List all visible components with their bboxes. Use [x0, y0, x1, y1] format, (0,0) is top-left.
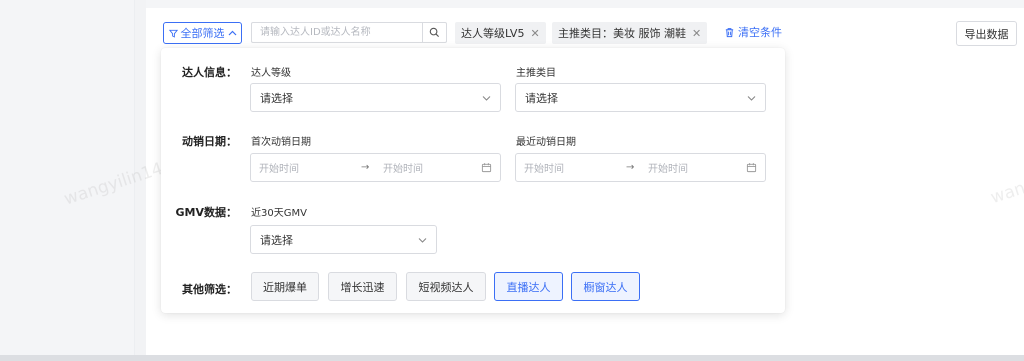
gmv-30d-select-value: 请选择	[260, 233, 293, 247]
calendar-icon	[481, 163, 492, 173]
arrow-right-icon: →	[361, 162, 370, 173]
chevron-up-icon	[228, 30, 236, 36]
row-label-sales-date: 动销日期：	[182, 135, 237, 148]
close-icon[interactable]: ✕	[530, 27, 539, 40]
top-band	[146, 0, 1024, 8]
first-sales-date-range[interactable]: 开始时间 → 开始时间	[250, 153, 501, 182]
level-select-value: 请选择	[260, 91, 293, 105]
field-label-recent-sales-date: 最近动销日期	[516, 137, 576, 148]
field-label-gmv-30d: 近30天GMV	[251, 208, 307, 219]
row-label-gmv: GMV数据：	[175, 206, 238, 219]
chip-recent-hot-orders[interactable]: 近期爆单	[251, 272, 319, 301]
chip-label: 短视频达人	[418, 280, 474, 294]
filter-icon	[168, 29, 178, 38]
filter-tag-label: 主推类目：美妆 服饰 潮鞋	[558, 27, 686, 40]
export-data-label: 导出数据	[964, 27, 1009, 41]
filter-panel: 达人信息： 达人等级 请选择 主推类目 请选择 动销日期： 首次动销日期 开始时…	[161, 48, 785, 313]
recent-sales-date-range[interactable]: 开始时间 → 开始时间	[515, 153, 766, 182]
range-start: 开始时间	[259, 164, 299, 175]
chip-label: 橱窗达人	[583, 280, 628, 294]
row-label-other-filters: 其他筛选：	[182, 283, 237, 296]
trash-icon	[725, 27, 734, 37]
range-end: 开始时间	[383, 164, 423, 175]
calendar-icon	[746, 163, 757, 173]
arrow-right-icon: →	[626, 162, 635, 173]
chip-showcase-influencer[interactable]: 橱窗达人	[571, 272, 640, 301]
row-label-influencer-info: 达人信息：	[182, 66, 237, 79]
category-select-value: 请选择	[525, 91, 558, 105]
export-data-button[interactable]: 导出数据	[956, 21, 1017, 46]
range-start: 开始时间	[524, 164, 564, 175]
field-label-level: 达人等级	[251, 68, 291, 79]
clear-conditions-button[interactable]: 清空条件	[724, 24, 782, 40]
field-label-category: 主推类目	[516, 68, 556, 79]
chevron-down-icon	[418, 237, 427, 243]
chip-rapid-growth[interactable]: 增长迅速	[328, 272, 397, 301]
chip-short-video-influencer[interactable]: 短视频达人	[406, 272, 486, 301]
bottom-strip	[0, 355, 1024, 361]
all-filters-toggle-button[interactable]: 全部筛选	[163, 22, 242, 44]
field-label-first-sales-date: 首次动销日期	[251, 137, 311, 148]
left-sidebar-area	[0, 0, 135, 361]
filter-tag-category: 主推类目：美妆 服饰 潮鞋 ✕	[552, 22, 708, 44]
gmv-30d-select[interactable]: 请选择	[250, 225, 437, 254]
chip-label: 近期爆单	[263, 280, 307, 294]
chip-label: 增长迅速	[340, 280, 385, 294]
chip-label: 直播达人	[506, 280, 551, 294]
search-icon	[429, 27, 440, 38]
range-end: 开始时间	[648, 164, 688, 175]
filter-tag-label: 达人等级LV5	[461, 27, 525, 40]
chevron-down-icon	[747, 95, 756, 101]
filter-tag-level: 达人等级LV5 ✕	[455, 22, 546, 44]
search-input[interactable]	[252, 23, 422, 42]
level-select[interactable]: 请选择	[250, 83, 501, 112]
chevron-down-icon	[482, 95, 491, 101]
chip-livestream-influencer[interactable]: 直播达人	[494, 272, 563, 301]
category-select[interactable]: 请选择	[515, 83, 766, 112]
all-filters-label: 全部筛选	[180, 27, 225, 40]
search-box	[251, 22, 447, 43]
clear-conditions-label: 清空条件	[738, 26, 782, 39]
search-button[interactable]	[422, 23, 446, 42]
close-icon[interactable]: ✕	[692, 27, 701, 40]
